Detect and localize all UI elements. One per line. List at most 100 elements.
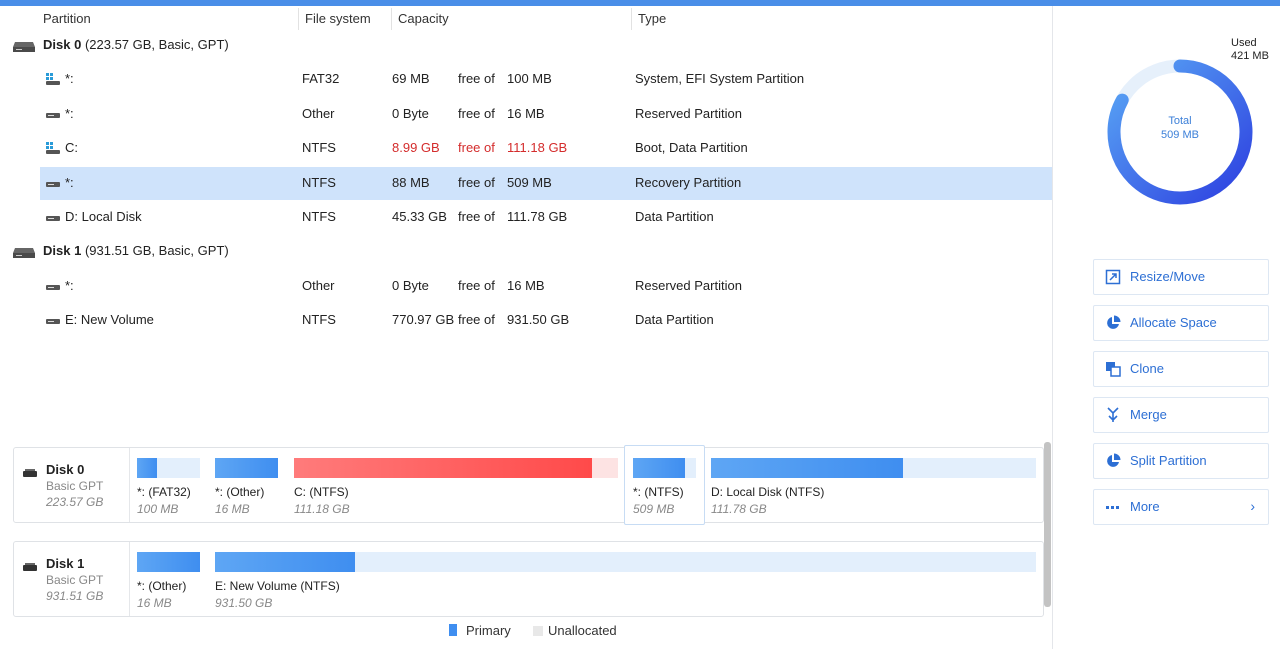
partition-file-system: NTFS [302,312,336,328]
legend-primary-label: Primary [466,623,511,638]
partition-name: E: New Volume [65,312,154,328]
windows-partition-icon [46,142,60,155]
used-label: Used [1231,37,1257,49]
disk-icon [13,40,35,52]
resize-move-button[interactable]: Resize/Move [1093,259,1269,295]
disk-map-card[interactable]: Disk 0 Basic GPT 223.57 GB *: (FAT32) 100 MB… [13,445,1044,525]
segment-used-fill [215,458,278,478]
segment-used-fill [633,458,686,478]
partition-segment[interactable] [294,458,618,478]
disk-group-row[interactable]: Disk 0 (223.57 GB, Basic, GPT) [0,29,1052,62]
segment-label: *: (Other) [215,485,265,499]
partition-name: D: Local Disk [65,209,142,224]
partition-name: *: [65,105,74,121]
pie-chart-icon [1105,315,1121,331]
partition-segment[interactable] [215,552,1036,572]
drive-icon [46,314,60,326]
segment-label: E: New Volume (NTFS) [215,579,340,593]
segment-size: 111.18 GB [294,502,350,516]
merge-icon [1105,407,1121,423]
more-dots-icon [1105,499,1121,515]
partition-total-capacity: 111.78 GB [507,209,568,224]
drive-icon [46,108,60,120]
partition-segment[interactable] [137,458,200,478]
action-label: Merge [1130,407,1167,422]
partition-row[interactable]: D: Local Disk NTFS 45.33 GB free of 111.78 G… [40,201,1052,234]
column-separator[interactable] [391,8,392,30]
chevron-right-icon: › [1250,498,1255,514]
disk-map-label: Disk 1 Basic GPT 931.51 GB [14,542,130,616]
partition-file-system: FAT32 [302,71,340,87]
resize-icon [1105,269,1121,285]
segment-size: 931.50 GB [215,596,273,610]
partition-row[interactable]: E: New Volume NTFS 770.97 GB free of 931.50 … [40,304,1052,337]
partition-segment[interactable] [215,458,278,478]
column-separator[interactable] [631,8,632,30]
partition-type: Data Partition [635,209,714,224]
partition-total-capacity: 509 MB [507,174,552,190]
column-header-capacity[interactable]: Capacity [398,11,449,26]
segment-label: *: (Other) [137,579,187,593]
disk-map-type: Basic GPT [46,573,104,587]
column-header-type[interactable]: Type [638,11,666,26]
segment-used-fill [215,552,355,572]
segment-size: 111.78 GB [711,502,767,516]
column-header-file-system[interactable]: File system [305,11,371,26]
disk-map-card[interactable]: Disk 1 Basic GPT 931.51 GB *: (Other) 16 MB E… [13,541,1044,617]
partition-free-space: 0 Byte [392,277,429,293]
clone-button[interactable]: Clone [1093,351,1269,387]
partition-file-system: Other [302,105,335,121]
partition-free-space: 88 MB [392,174,430,190]
partition-type: Boot, Data Partition [635,140,748,156]
partition-total-capacity: 111.18 GB [507,140,568,156]
partition-segment[interactable] [633,458,696,478]
disk-map-label: Disk 0 Basic GPT 223.57 GB [14,448,130,522]
drive-icon [46,177,60,189]
partition-free-of-label: free of [458,105,495,121]
partition-total-capacity: 16 MB [507,105,545,121]
column-header-partition[interactable]: Partition [43,11,91,26]
disk-map-size: 223.57 GB [46,495,104,509]
disk-icon [13,246,35,259]
action-label: More [1130,499,1160,514]
partition-row[interactable]: *: Other 0 Byte free of 16 MB Reserved Partit… [40,270,1052,303]
segment-used-fill [294,458,593,478]
column-separator[interactable] [298,8,299,30]
partition-type: Reserved Partition [635,277,742,293]
disk-icon [23,465,37,477]
merge-button[interactable]: Merge [1093,397,1269,433]
partition-segment[interactable] [711,458,1036,478]
split-partition-button[interactable]: Split Partition [1093,443,1269,479]
legend-unallocated-swatch [533,626,543,636]
disk-icon [23,559,37,571]
partition-type: Reserved Partition [635,105,742,121]
partition-total-capacity: 100 MB [507,71,552,87]
partition-file-system: Other [302,277,335,293]
disk-map-scrollbar[interactable] [1044,442,1051,607]
partition-row[interactable]: C: NTFS 8.99 GB free of 111.18 GB Boot, Data … [40,132,1052,165]
partition-free-space: 45.33 GB [392,209,447,224]
partition-free-of-label: free of [458,277,495,293]
partition-free-space: 770.97 GB [392,312,455,328]
partition-file-system: NTFS [302,209,336,224]
segment-label: C: (NTFS) [294,485,349,499]
disk-map-size: 931.51 GB [46,589,104,603]
disk-group-row[interactable]: Disk 1 (931.51 GB, Basic, GPT) [0,235,1052,268]
legend-primary-swatch [449,624,457,636]
partition-segment[interactable] [137,552,200,572]
partition-free-of-label: free of [458,140,495,156]
partition-free-of-label: free of [458,312,495,328]
partition-row[interactable]: *: Other 0 Byte free of 16 MB Reserved Partit… [40,98,1052,131]
disk-title: Disk 1 (931.51 GB, Basic, GPT) [43,243,229,258]
drive-icon [46,280,60,292]
usage-donut-chart: Total 509 MB [1107,59,1253,205]
segment-size: 16 MB [215,502,250,516]
allocate-space-button[interactable]: Allocate Space [1093,305,1269,341]
partition-row[interactable]: *: NTFS 88 MB free of 509 MB Recovery Partiti… [40,166,1052,200]
clone-icon [1105,361,1121,377]
partition-free-of-label: free of [458,174,495,190]
disk-name: Disk 1 [43,243,82,259]
partition-name: C: [65,140,78,156]
partition-row[interactable]: *: FAT32 69 MB free of 100 MB System, EFI Sys… [40,63,1052,96]
more-button[interactable]: More › [1093,489,1269,525]
